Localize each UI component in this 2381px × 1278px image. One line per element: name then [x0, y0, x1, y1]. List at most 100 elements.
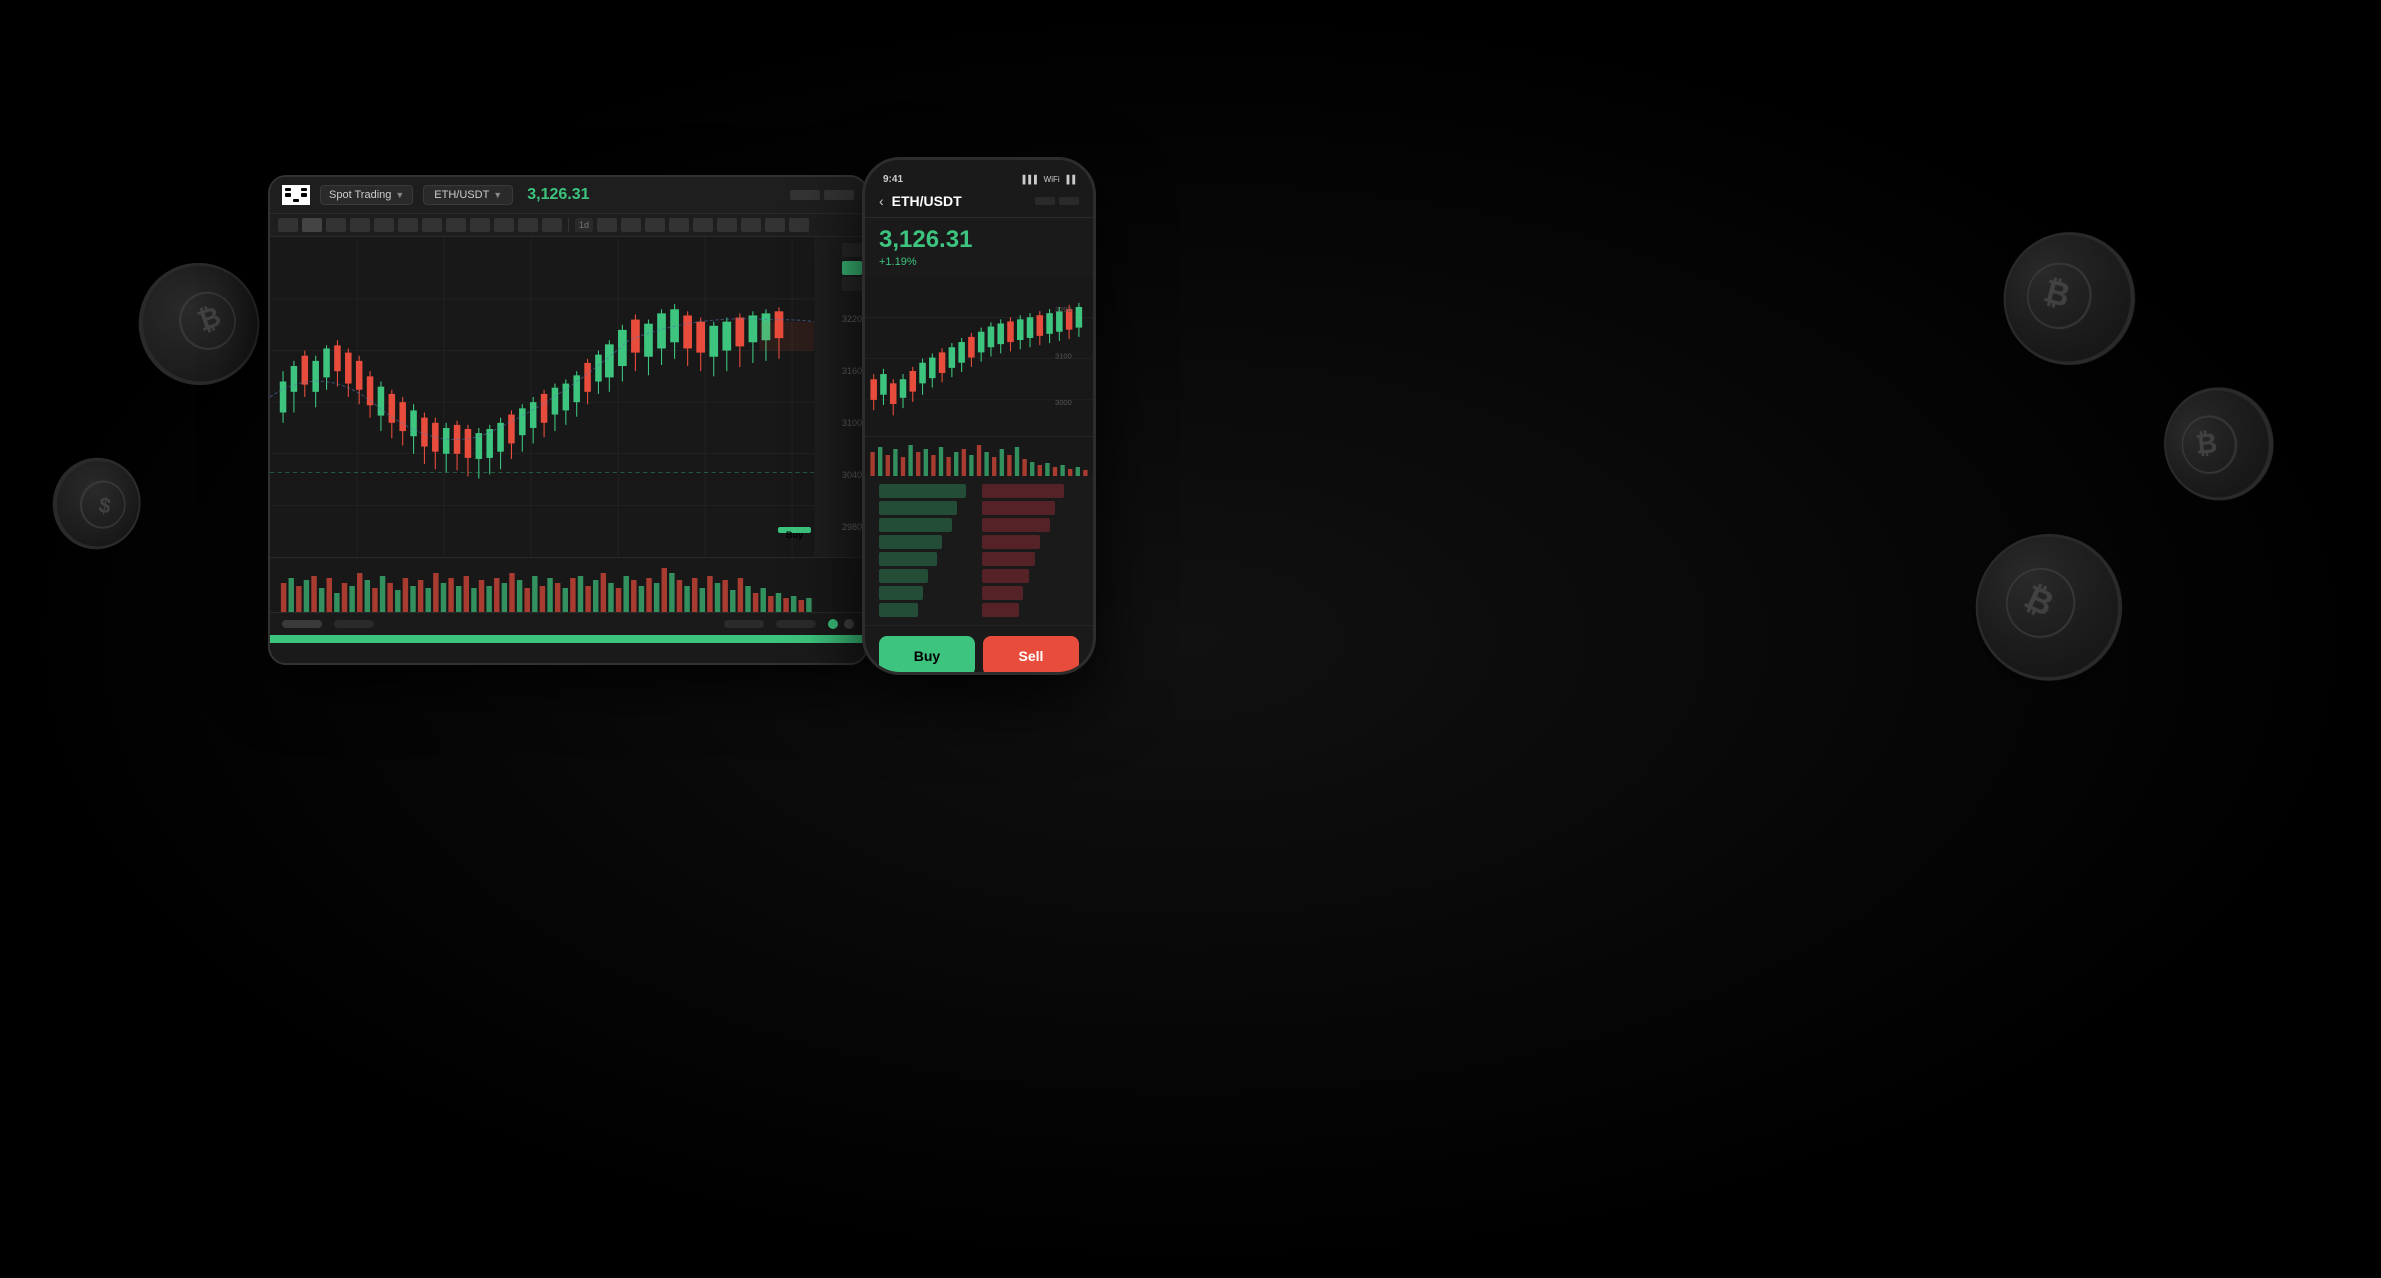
phone-price: 3,126.31	[879, 226, 1079, 254]
dropdown-arrow-icon: ▼	[395, 190, 404, 200]
svg-text:$: $	[97, 493, 113, 519]
tablet-device: Spot Trading ▼ ETH/USDT ▼ 3,126.31 1d	[268, 175, 868, 665]
phone-volume	[865, 436, 1093, 476]
bid-row-2	[879, 501, 957, 515]
chart-control-1[interactable]	[842, 243, 862, 257]
pair-dropdown[interactable]: ETH/USDT ▼	[423, 185, 513, 205]
bottom-pill-1	[282, 620, 322, 628]
info-box-2	[824, 190, 854, 200]
phone-notch	[939, 160, 1019, 188]
toolbar-icon-6[interactable]	[717, 218, 737, 232]
svg-text:3000: 3000	[1055, 398, 1072, 407]
spot-trading-dropdown[interactable]: Spot Trading ▼	[320, 185, 413, 205]
back-button[interactable]: ‹	[879, 193, 884, 209]
svg-text:₿: ₿	[2194, 427, 2218, 460]
tablet-header: Spot Trading ▼ ETH/USDT ▼ 3,126.31	[270, 177, 866, 214]
phone-volume-chart	[865, 437, 1093, 476]
toolbar-icon-7[interactable]	[741, 218, 761, 232]
toolbar-icon-4[interactable]	[669, 218, 689, 232]
price-tick-5: 3040	[818, 470, 862, 480]
pagination-dot-inactive	[844, 619, 854, 629]
phone-header: ‹ ETH/USDT	[865, 187, 1093, 218]
price-tick-3: 3160	[818, 366, 862, 376]
wifi-icon: WiFi	[1044, 175, 1060, 184]
ask-row-3	[982, 518, 1050, 532]
toolbar-btn-2[interactable]	[302, 218, 322, 232]
svg-text:₿: ₿	[2019, 579, 2060, 625]
bid-row-5	[879, 552, 937, 566]
phone-time: 9:41	[883, 168, 903, 185]
bid-row-7	[879, 586, 923, 600]
ask-row-5	[982, 552, 1035, 566]
bid-row-1	[879, 484, 966, 498]
bid-row-3	[879, 518, 952, 532]
toolbar-icon-5[interactable]	[693, 218, 713, 232]
tablet-buy-strip	[270, 635, 866, 643]
price-tick-4: 3100	[818, 418, 862, 428]
toolbar-icon-1[interactable]	[597, 218, 617, 232]
phone-header-icon-1	[1035, 197, 1055, 205]
buy-label-float[interactable]: Buy	[778, 527, 811, 533]
phone-chart: 3200 3100 3000	[865, 276, 1093, 436]
toolbar-btn-6[interactable]	[398, 218, 418, 232]
svg-text:3100: 3100	[1055, 352, 1072, 361]
chart-controls	[814, 237, 866, 297]
svg-text:₿: ₿	[2040, 274, 2074, 315]
chart-control-3[interactable]	[842, 277, 862, 291]
pagination-dot-active	[828, 619, 838, 629]
volume-chart	[270, 558, 866, 612]
candlestick-chart	[270, 237, 866, 557]
toolbar-icon-9[interactable]	[789, 218, 809, 232]
ask-row-8	[982, 603, 1019, 617]
toolbar-btn-8[interactable]	[446, 218, 466, 232]
phone-header-icon-2	[1059, 197, 1079, 205]
ask-row-1	[982, 484, 1064, 498]
phone-pair-label: ETH/USDT	[892, 193, 962, 209]
ask-row-6	[982, 569, 1029, 583]
pagination-dots	[828, 619, 854, 629]
toolbar-btn-10[interactable]	[494, 218, 514, 232]
toolbar-btn-7[interactable]	[422, 218, 442, 232]
toolbar-btn-4[interactable]	[350, 218, 370, 232]
ask-row-7	[982, 586, 1023, 600]
bottom-pill-4	[776, 620, 816, 628]
pair-label: ETH/USDT	[434, 189, 489, 201]
phone-price-section: 3,126.31 +1.19%	[865, 218, 1093, 276]
bottom-pill-2	[334, 620, 374, 628]
sell-button[interactable]: Sell	[983, 636, 1079, 675]
tablet-price: 3,126.31	[527, 186, 589, 204]
volume-area	[270, 557, 866, 612]
toolbar-divider	[568, 218, 569, 232]
toolbar-icon-2[interactable]	[621, 218, 641, 232]
ask-row-4	[982, 535, 1040, 549]
phone-orderbook	[865, 476, 1093, 625]
toolbar-btn-12[interactable]	[542, 218, 562, 232]
toolbar-btn-3[interactable]	[326, 218, 346, 232]
info-box-1	[790, 190, 820, 200]
chart-control-2[interactable]	[842, 261, 862, 275]
pair-dropdown-arrow-icon: ▼	[493, 190, 502, 200]
phone-candlestick-chart: 3200 3100 3000	[865, 276, 1093, 436]
signal-icon: ▌▌▌	[1023, 175, 1040, 184]
toolbar-btn-9[interactable]	[470, 218, 490, 232]
svg-text:3200: 3200	[1055, 305, 1072, 314]
price-tick-2: 3220	[818, 314, 862, 324]
toolbar-btn-5[interactable]	[374, 218, 394, 232]
phone-actions: Buy Sell	[865, 625, 1093, 675]
okx-logo	[282, 185, 310, 205]
phone-change: +1.19%	[879, 256, 1079, 268]
buy-button[interactable]: Buy	[879, 636, 975, 675]
price-tick-6: 2980	[818, 522, 862, 532]
bottom-pill-3	[724, 620, 764, 628]
phone-status-icons: ▌▌▌ WiFi ▐▐	[1023, 169, 1075, 184]
tablet-bottom-bar	[270, 612, 866, 635]
toolbar-timeframe[interactable]: 1d	[575, 218, 593, 232]
toolbar-btn-1[interactable]	[278, 218, 298, 232]
phone-header-actions	[1035, 197, 1079, 205]
toolbar-btn-11[interactable]	[518, 218, 538, 232]
ask-row-2	[982, 501, 1055, 515]
toolbar-icon-8[interactable]	[765, 218, 785, 232]
toolbar-icon-3[interactable]	[645, 218, 665, 232]
bid-row-4	[879, 535, 942, 549]
battery-icon: ▐▐	[1064, 175, 1075, 184]
